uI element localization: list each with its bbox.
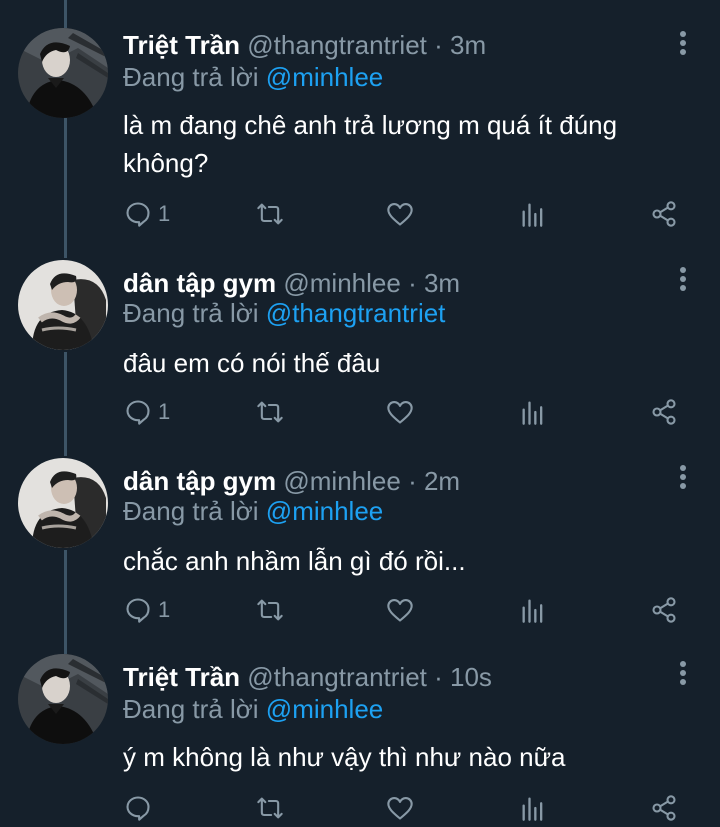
reply-prefix: Đang trả lời <box>123 298 259 328</box>
tweet-header: Triệt Trần @thangtrantriet · 10s <box>123 662 492 692</box>
handle[interactable]: @minhlee <box>283 466 400 496</box>
like-icon <box>387 401 413 424</box>
analytics-icon <box>522 599 543 623</box>
more-icon[interactable] <box>673 30 693 58</box>
share-button[interactable] <box>650 398 678 426</box>
analytics-button[interactable] <box>519 794 547 822</box>
retweet-button[interactable] <box>256 398 284 426</box>
like-button[interactable] <box>386 794 414 822</box>
retweet-icon <box>257 401 283 423</box>
reply-button[interactable]: 1 <box>124 596 170 624</box>
retweet-icon <box>257 599 283 621</box>
timestamp[interactable]: · 10s <box>434 662 492 692</box>
handle[interactable]: @thangtrantriet <box>247 30 427 60</box>
reply-context: Đang trả lời @minhlee <box>123 694 383 724</box>
reply-icon <box>126 598 150 623</box>
tweet-actions: 1 <box>0 398 720 428</box>
handle[interactable]: @minhlee <box>283 268 400 298</box>
analytics-button[interactable] <box>519 200 547 228</box>
like-button[interactable] <box>386 398 414 426</box>
share-button[interactable] <box>650 794 678 822</box>
share-icon <box>652 399 676 425</box>
reply-prefix: Đang trả lời <box>123 62 259 92</box>
retweet-button[interactable] <box>256 596 284 624</box>
display-name[interactable]: dân tập gym <box>123 466 276 496</box>
light-portrait-avatar <box>18 458 108 548</box>
light-portrait-avatar <box>18 260 108 350</box>
share-icon <box>652 201 676 227</box>
mention-link[interactable]: @minhlee <box>266 496 383 526</box>
timestamp[interactable]: · 3m <box>408 268 460 298</box>
dark-portrait-avatar <box>18 654 108 744</box>
analytics-icon <box>522 401 543 425</box>
tweet-header: dân tập gym @minhlee · 3m <box>123 268 460 298</box>
more-icon[interactable] <box>673 266 693 294</box>
tweet-text: ý m không là như vậy thì như nào nữa <box>123 742 566 772</box>
reply-icon <box>126 202 150 227</box>
tweet[interactable]: Triệt Trần @thangtrantriet · 3m Đang trả… <box>0 0 720 260</box>
mention-link[interactable]: @thangtrantriet <box>266 298 446 328</box>
tweet[interactable]: dân tập gym @minhlee · 3m Đang trả lời @… <box>0 260 720 458</box>
share-button[interactable] <box>650 596 678 624</box>
tweet[interactable]: Triệt Trần @thangtrantriet · 10s Đang tr… <box>0 654 720 827</box>
display-name[interactable]: Triệt Trần <box>123 30 240 60</box>
like-icon <box>387 797 413 820</box>
reply-context: Đang trả lời @minhlee <box>123 62 383 92</box>
tweet-header: dân tập gym @minhlee · 2m <box>123 466 460 496</box>
tweet-text: là m đang chê anh trả lương m quá ít đún… <box>123 110 618 178</box>
mention-link[interactable]: @minhlee <box>266 62 383 92</box>
retweet-button[interactable] <box>256 794 284 822</box>
mention-link[interactable]: @minhlee <box>266 694 383 724</box>
tweet[interactable]: dân tập gym @minhlee · 2m Đang trả lời @… <box>0 458 720 656</box>
reply-button[interactable]: 1 <box>124 200 170 228</box>
avatar[interactable] <box>18 654 108 744</box>
reply-count: 1 <box>158 597 171 622</box>
share-icon <box>652 597 676 623</box>
avatar[interactable] <box>18 28 108 118</box>
analytics-button[interactable] <box>519 398 547 426</box>
tweet-text: chắc anh nhầm lẫn gì đó rồi... <box>123 546 466 576</box>
reply-count: 1 <box>158 201 171 226</box>
tweet-actions: 1 <box>0 200 720 230</box>
handle[interactable]: @thangtrantriet <box>247 662 427 692</box>
dark-portrait-avatar <box>18 28 108 118</box>
timestamp[interactable]: · 3m <box>434 30 486 60</box>
like-button[interactable] <box>386 200 414 228</box>
retweet-button[interactable] <box>256 200 284 228</box>
share-icon <box>652 795 676 821</box>
tweet-actions <box>0 794 720 824</box>
reply-icon <box>126 400 150 425</box>
tweet-header: Triệt Trần @thangtrantriet · 3m <box>123 30 486 60</box>
analytics-button[interactable] <box>519 596 547 624</box>
like-icon <box>387 203 413 226</box>
share-button[interactable] <box>650 200 678 228</box>
reply-count: 1 <box>158 399 171 424</box>
more-icon[interactable] <box>673 660 693 688</box>
analytics-icon <box>522 797 543 821</box>
reply-button[interactable]: 1 <box>124 398 170 426</box>
retweet-icon <box>257 203 283 225</box>
reply-icon <box>126 796 150 821</box>
analytics-icon <box>522 203 543 227</box>
reply-prefix: Đang trả lời <box>123 496 259 526</box>
reply-button[interactable] <box>124 794 158 822</box>
more-icon[interactable] <box>673 464 693 492</box>
reply-context: Đang trả lời @minhlee <box>123 496 383 526</box>
reply-context: Đang trả lời @thangtrantriet <box>123 298 445 328</box>
tweet-text: đâu em có nói thế đâu <box>123 348 381 378</box>
like-button[interactable] <box>386 596 414 624</box>
display-name[interactable]: Triệt Trần <box>123 662 240 692</box>
avatar[interactable] <box>18 260 108 350</box>
reply-prefix: Đang trả lời <box>123 694 259 724</box>
avatar[interactable] <box>18 458 108 548</box>
like-icon <box>387 599 413 622</box>
tweet-actions: 1 <box>0 596 720 626</box>
timestamp[interactable]: · 2m <box>408 466 460 496</box>
retweet-icon <box>257 797 283 819</box>
display-name[interactable]: dân tập gym <box>123 268 276 298</box>
